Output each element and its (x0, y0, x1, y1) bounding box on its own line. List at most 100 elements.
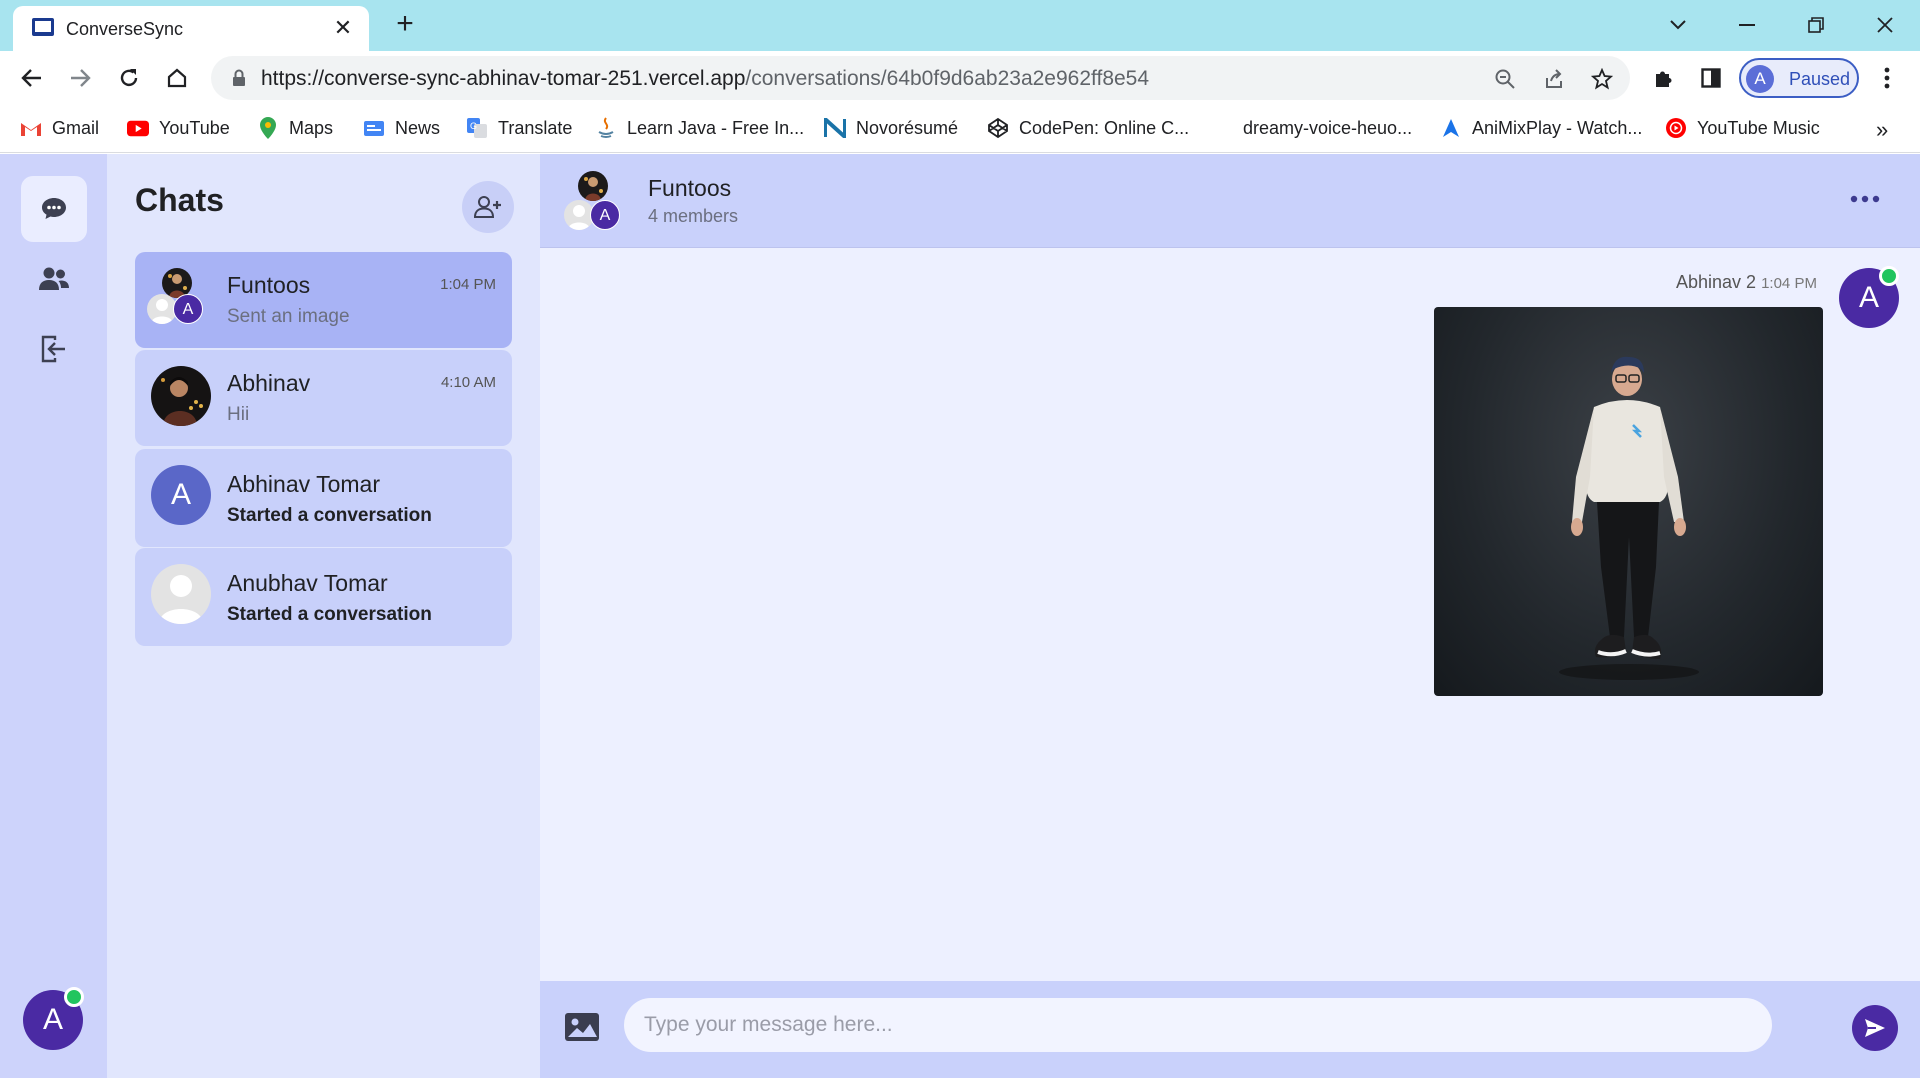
new-tab-button[interactable]: + (390, 9, 420, 40)
bookmark-star-icon[interactable] (1589, 66, 1615, 92)
bookmark-learn-java[interactable]: Learn Java - Free In... (595, 115, 804, 141)
chat-item-abhinav-tomar[interactable]: A Abhinav Tomar Started a conversation (135, 449, 512, 547)
gmail-icon (20, 117, 42, 139)
youtube-music-icon (1665, 117, 1687, 139)
message-time: 1:04 PM (1761, 275, 1817, 292)
chats-panel: Chats A Funtoos 1:04 PM Sent an image Ab… (107, 154, 540, 1078)
chat-name: Funtoos (227, 272, 311, 298)
message-composer (540, 981, 1920, 1078)
bookmark-label: Learn Java - Free In... (627, 117, 805, 138)
svg-text:G: G (470, 121, 477, 131)
browser-menu-icon[interactable] (1872, 63, 1902, 93)
bookmark-maps[interactable]: Maps (257, 115, 333, 141)
avatar-character-image (1559, 356, 1699, 680)
online-indicator (64, 987, 84, 1007)
chat-bubble-icon (42, 198, 66, 219)
bookmark-youtube-music[interactable]: YouTube Music (1665, 115, 1820, 141)
browser-tab[interactable]: ConverseSync ✕ (13, 6, 369, 51)
novoresume-icon (824, 117, 846, 139)
bookmark-translate[interactable]: G Translate (466, 115, 572, 141)
message-input[interactable] (624, 998, 1772, 1052)
send-button[interactable] (1852, 1005, 1898, 1051)
youtube-icon (127, 117, 149, 139)
bookmark-label: dreamy-voice-heuo... (1243, 117, 1413, 138)
chat-last-message: Sent an image (227, 306, 350, 327)
animixplay-icon (1440, 117, 1462, 139)
sender-initial: A (1858, 281, 1879, 314)
chat-last-message: Started a conversation (227, 604, 432, 625)
url-text[interactable]: https://converse-sync-abhinav-tomar-251.… (261, 67, 1149, 91)
chat-last-message: Started a conversation (227, 505, 432, 526)
minimize-button[interactable] (1730, 8, 1764, 42)
close-window-button[interactable] (1868, 8, 1902, 42)
bookmark-codepen[interactable]: CodePen: Online C... (987, 115, 1189, 141)
address-bar[interactable]: https://converse-sync-abhinav-tomar-251.… (211, 56, 1630, 100)
more-options-button[interactable] (1845, 184, 1885, 214)
bookmarks-bar: Gmail YouTube Maps News G Translate Lear… (0, 105, 1920, 153)
conversation-header: A Funtoos 4 members (540, 154, 1920, 248)
tab-search-chevron-icon[interactable] (1661, 8, 1695, 42)
bookmark-animixplay[interactable]: AniMixPlay - Watch... (1440, 115, 1642, 141)
bookmark-label: Translate (498, 117, 573, 138)
converse-sync-favicon-icon (32, 18, 54, 36)
restore-button[interactable] (1799, 8, 1833, 42)
chats-nav-button[interactable] (21, 176, 87, 242)
users-icon (39, 267, 69, 290)
url-host: https://converse-sync-abhinav-tomar-251.… (261, 67, 746, 90)
current-user-avatar[interactable]: A (23, 987, 84, 1050)
message-sender-avatar: A (1839, 266, 1899, 328)
profile-status: Paused (1789, 69, 1851, 89)
create-group-button[interactable] (462, 181, 514, 233)
chat-name: Abhinav (227, 370, 311, 396)
chat-time: 1:04 PM (440, 276, 496, 293)
letter-avatar: A (151, 465, 211, 525)
add-user-icon (474, 196, 501, 218)
chat-item-anubhav-tomar[interactable]: Anubhav Tomar Started a conversation (135, 548, 512, 646)
url-path: /conversations/64b0f9d6ab23a2e962ff8e54 (745, 67, 1150, 90)
users-nav-button[interactable] (21, 246, 87, 312)
more-bookmarks-chevron-icon[interactable]: » (1876, 117, 1888, 143)
share-icon[interactable] (1541, 66, 1567, 92)
bookmark-label: CodePen: Online C... (1019, 117, 1190, 138)
message-image[interactable] (1434, 307, 1823, 696)
tab-strip: ConverseSync ✕ + (0, 0, 1920, 51)
more-horizontal-icon (1850, 195, 1880, 203)
group-member-letter-avatar: A (173, 294, 203, 324)
chat-name: Abhinav Tomar (227, 471, 380, 497)
group-member-letter-avatar: A (590, 200, 620, 230)
back-button[interactable] (16, 62, 48, 94)
group-member-photo-avatar (578, 171, 608, 201)
logout-icon (41, 335, 65, 363)
profile-button[interactable]: A Paused (1739, 58, 1859, 98)
chat-item-funtoos[interactable]: A Funtoos 1:04 PM Sent an image (135, 252, 512, 348)
member-count: 4 members (648, 206, 739, 226)
attach-image-button[interactable] (562, 1007, 602, 1047)
side-panel-icon[interactable] (1696, 63, 1726, 93)
logout-nav-button[interactable] (21, 316, 87, 382)
forward-button[interactable] (64, 62, 96, 94)
chat-name: Anubhav Tomar (227, 570, 388, 596)
bookmark-novoresume[interactable]: Novorésumé (824, 115, 958, 141)
bookmark-label: YouTube (159, 117, 230, 138)
bookmark-gmail[interactable]: Gmail (20, 115, 99, 141)
home-button[interactable] (161, 62, 193, 94)
bookmark-label: Maps (289, 117, 334, 138)
converse-sync-app: A Chats A Funtoos 1:04 PM Sent an image (0, 154, 1920, 1080)
conversation-title: Funtoos (648, 175, 732, 201)
close-tab-icon[interactable]: ✕ (331, 16, 355, 40)
bookmark-dreamy-voice[interactable]: dreamy-voice-heuo... (1243, 115, 1412, 141)
default-user-avatar (151, 564, 211, 624)
bookmark-news[interactable]: News (363, 115, 440, 141)
tab-title: ConverseSync (66, 19, 184, 39)
extensions-icon[interactable] (1648, 63, 1678, 93)
bookmark-label: YouTube Music (1697, 117, 1820, 138)
chat-item-abhinav[interactable]: Abhinav 4:10 AM Hii (135, 350, 512, 446)
reload-button[interactable] (113, 62, 145, 94)
current-user-initial: A (42, 1003, 63, 1036)
image-icon (565, 1013, 599, 1041)
message-meta: Abhinav 2 1:04 PM (1676, 272, 1817, 293)
zoom-icon[interactable] (1492, 66, 1518, 92)
abhinav-photo-avatar (151, 366, 211, 426)
translate-icon: G (466, 117, 488, 139)
bookmark-youtube[interactable]: YouTube (127, 115, 230, 141)
